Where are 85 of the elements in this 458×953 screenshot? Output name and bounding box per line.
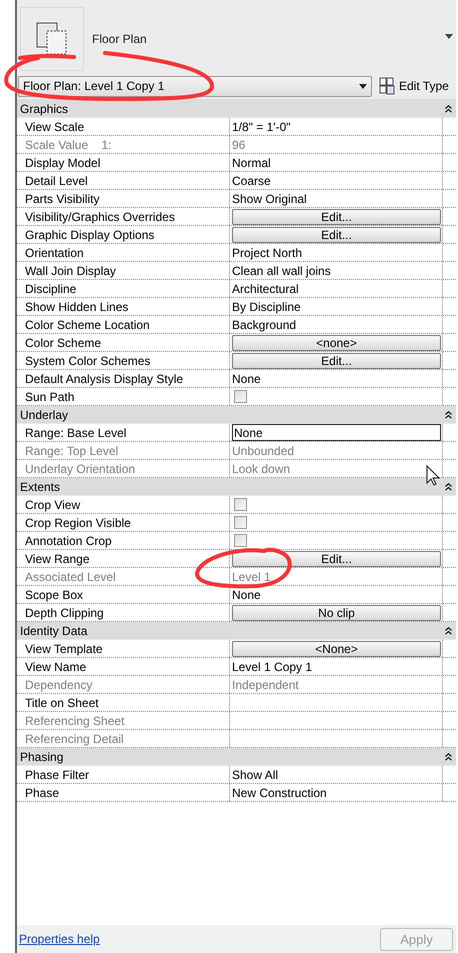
property-label: Color Scheme Location (17, 316, 230, 333)
property-value: Clean all wall joins (232, 264, 331, 278)
property-label: View Range (17, 550, 230, 567)
property-label: Range: Top Level (17, 442, 230, 459)
property-label: Default Analysis Display Style (17, 370, 230, 387)
property-value: Show All (232, 768, 278, 782)
group-header[interactable]: Identity Data (20, 624, 88, 638)
value-button[interactable]: Edit... (232, 226, 441, 242)
value-button[interactable]: <none> (232, 334, 441, 350)
checkbox[interactable] (234, 498, 247, 511)
property-value: None (232, 588, 261, 602)
property-label: Visibility/Graphics Overrides (17, 208, 230, 225)
property-label: Parts Visibility (17, 190, 230, 207)
type-selector[interactable]: Floor Plan: Level 1 Copy 1 (18, 76, 372, 96)
property-label: Color Scheme (17, 334, 230, 351)
group-header[interactable]: Graphics (20, 102, 68, 116)
family-label: Floor Plan (92, 32, 147, 46)
property-value: New Construction (232, 786, 327, 800)
group-header[interactable]: Phasing (20, 750, 64, 764)
property-label: Orientation (17, 244, 230, 261)
collapse-icon[interactable] (445, 626, 452, 634)
value-button[interactable]: Edit... (232, 550, 441, 566)
collapse-icon[interactable] (445, 482, 452, 490)
property-label: Wall Join Display (17, 262, 230, 279)
collapse-icon[interactable] (445, 104, 452, 112)
property-value: Background (232, 318, 296, 332)
property-label: Detail Level (17, 172, 230, 189)
property-value: Normal (232, 156, 271, 170)
property-label: Underlay Orientation (17, 460, 230, 477)
floor-plan-icon (20, 6, 84, 70)
property-label: Sun Path (17, 388, 230, 405)
group-header[interactable]: Underlay (20, 408, 68, 422)
help-link[interactable]: Properties help (19, 932, 100, 946)
property-label: Phase (17, 784, 230, 801)
property-label: Discipline (17, 280, 230, 297)
property-value: Look down (232, 462, 290, 476)
property-label: View Template (17, 640, 230, 657)
value-button[interactable]: Edit... (232, 208, 441, 224)
property-label: Dependency (17, 676, 230, 693)
checkbox[interactable] (234, 516, 247, 529)
checkbox[interactable] (234, 534, 247, 547)
ink-stroke (18, 54, 76, 60)
property-label: Graphic Display Options (17, 226, 230, 243)
property-label: Referencing Detail (17, 730, 230, 747)
property-value: Show Original (232, 192, 307, 206)
value-field[interactable]: None (232, 424, 441, 441)
property-label: Crop View (17, 496, 230, 513)
property-label: Show Hidden Lines (17, 298, 230, 315)
property-label: View Name (17, 658, 230, 675)
edit-type-button[interactable]: Edit Type (377, 77, 451, 95)
property-label: Range: Base Level (17, 424, 230, 441)
value-button[interactable]: Edit... (232, 352, 441, 368)
property-label: Annotation Crop (17, 532, 230, 549)
property-label: Depth Clipping (17, 604, 230, 621)
checkbox[interactable] (234, 390, 247, 403)
property-value: 96 (232, 138, 246, 152)
property-value: Coarse (232, 174, 271, 188)
cursor-icon (426, 464, 440, 486)
property-label: Crop Region Visible (17, 514, 230, 531)
property-value: None (232, 372, 261, 386)
property-label: View Scale (17, 118, 230, 135)
property-value: Independent (232, 678, 299, 692)
property-label: Referencing Sheet (17, 712, 230, 729)
property-label: Scope Box (17, 586, 230, 603)
property-value: Unbounded (232, 444, 294, 458)
dropdown-icon[interactable] (359, 84, 367, 88)
property-value: 1/8" = 1'-0" (232, 120, 291, 134)
property-value: Level 1 (232, 570, 271, 584)
property-value: Architectural (232, 282, 299, 296)
property-label: Title on Sheet (17, 694, 230, 711)
property-label: Scale Value 1: (17, 136, 230, 153)
value-button[interactable]: No clip (232, 604, 441, 620)
value-button[interactable]: <None> (232, 640, 441, 656)
group-header[interactable]: Extents (20, 480, 60, 494)
property-label: Phase Filter (17, 766, 230, 783)
property-value: Level 1 Copy 1 (232, 660, 312, 674)
property-label: Display Model (17, 154, 230, 171)
property-value: Project North (232, 246, 302, 260)
property-label: System Color Schemes (17, 352, 230, 369)
property-label: Associated Level (17, 568, 230, 585)
dropdown-icon[interactable] (445, 34, 453, 39)
collapse-icon[interactable] (445, 410, 452, 418)
property-value: By Discipline (232, 300, 301, 314)
collapse-icon[interactable] (445, 752, 452, 760)
edit-type-icon (379, 77, 395, 95)
